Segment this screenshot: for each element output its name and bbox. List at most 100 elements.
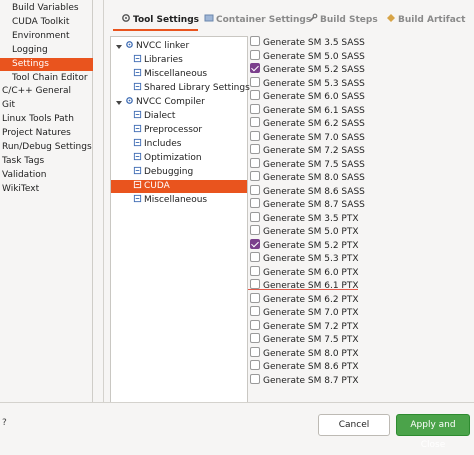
- checkbox-unchecked[interactable]: [250, 211, 260, 222]
- tab-tool-settings[interactable]: Tool Settings: [121, 10, 199, 30]
- tab-build-artifact[interactable]: Build Artifact: [386, 10, 465, 30]
- option-row[interactable]: Generate SM 5.2 SASS: [250, 63, 365, 77]
- option-row[interactable]: Generate SM 7.5 PTX: [250, 333, 359, 347]
- checkbox-unchecked[interactable]: [250, 198, 260, 208]
- checkbox-unchecked[interactable]: [250, 252, 260, 262]
- tree-node-optimization[interactable]: Optimization: [111, 152, 247, 165]
- nav-item-run-debug-settings[interactable]: Run/Debug Settings: [0, 141, 93, 154]
- checkbox-unchecked[interactable]: [250, 103, 260, 114]
- option-row[interactable]: Generate SM 8.6 PTX: [250, 360, 359, 374]
- option-row[interactable]: Generate SM 6.2 SASS: [250, 117, 365, 131]
- option-row[interactable]: Generate SM 8.7 PTX: [250, 373, 359, 388]
- option-row[interactable]: Generate SM 5.3 PTX: [250, 252, 359, 266]
- option-row[interactable]: Generate SM 6.1 SASS: [250, 103, 365, 118]
- option-category-icon: [133, 152, 142, 161]
- nav-item-validation[interactable]: Validation: [0, 169, 93, 182]
- option-row[interactable]: Generate SM 7.5 SASS: [250, 157, 365, 172]
- nav-item-logging[interactable]: Logging: [0, 44, 93, 57]
- checkbox-unchecked[interactable]: [250, 346, 260, 357]
- nav-item-cuda-toolkit[interactable]: CUDA Toolkit: [0, 16, 93, 29]
- nav-item-tool-chain-editor[interactable]: Tool Chain Editor: [0, 72, 93, 85]
- option-row[interactable]: Generate SM 5.0 SASS: [250, 49, 365, 64]
- tree-node-cuda[interactable]: CUDA: [111, 180, 247, 193]
- checkbox-unchecked[interactable]: [250, 333, 260, 343]
- checkbox-unchecked[interactable]: [250, 117, 260, 127]
- checkbox-unchecked[interactable]: [250, 225, 260, 235]
- option-row[interactable]: Generate SM 6.0 SASS: [250, 90, 365, 104]
- cuda-options-list: Generate SM 3.5 SASS Generate SM 5.0 SASS…: [250, 36, 460, 386]
- option-row[interactable]: Generate SM 8.6 SASS: [250, 184, 365, 199]
- apply-and-close-button[interactable]: Apply and Close: [396, 414, 470, 450]
- option-row[interactable]: Generate SM 7.0 PTX: [250, 306, 359, 320]
- tree-node-dialect[interactable]: Dialect: [111, 110, 247, 123]
- checkbox-unchecked[interactable]: [250, 319, 260, 330]
- option-category-icon: [133, 180, 142, 189]
- tree-node-nvcc-linker[interactable]: NVCC linker: [111, 40, 247, 53]
- tree-node-libraries[interactable]: Libraries: [111, 54, 247, 67]
- checkbox-unchecked[interactable]: [250, 373, 260, 384]
- option-label: Generate SM 6.2 SASS: [263, 119, 365, 129]
- option-row[interactable]: Generate SM 7.2 SASS: [250, 144, 365, 158]
- nav-item-wikitext[interactable]: WikiText: [0, 183, 93, 196]
- pane-divider[interactable]: [103, 0, 104, 402]
- nav-item-build-variables[interactable]: Build Variables: [0, 2, 93, 15]
- checkbox-unchecked[interactable]: [250, 265, 260, 276]
- tree-node-label: Includes: [144, 139, 182, 149]
- option-row[interactable]: Generate SM 8.0 SASS: [250, 171, 365, 185]
- option-row[interactable]: Generate SM 5.2 PTX: [250, 238, 359, 253]
- nav-item-environment[interactable]: Environment: [0, 30, 93, 43]
- expand-arrow-icon[interactable]: [116, 101, 122, 105]
- tree-node-nvcc-compiler[interactable]: NVCC Compiler: [111, 96, 247, 109]
- nav-item-project-natures[interactable]: Project Natures: [0, 127, 93, 140]
- checkbox-checked[interactable]: [250, 238, 260, 249]
- checkbox-unchecked[interactable]: [250, 306, 260, 316]
- tree-node-debugging[interactable]: Debugging: [111, 166, 247, 179]
- checkbox-unchecked[interactable]: [250, 171, 260, 181]
- tree-node-includes[interactable]: Includes: [111, 138, 247, 151]
- option-category-icon: [133, 82, 142, 91]
- tool-tree[interactable]: NVCC linker Libraries Miscellaneous Shared …: [110, 36, 250, 408]
- option-row[interactable]: Generate SM 6.0 PTX: [250, 265, 359, 280]
- option-row[interactable]: Generate SM 7.0 SASS: [250, 130, 365, 145]
- option-row[interactable]: Generate SM 7.2 PTX: [250, 319, 359, 334]
- checkbox-unchecked[interactable]: [250, 279, 260, 289]
- nav-item-settings[interactable]: Settings: [0, 57, 93, 71]
- nav-item-git[interactable]: Git: [0, 99, 93, 112]
- nav-item-linux-tools-path[interactable]: Linux Tools Path: [0, 113, 93, 126]
- option-row[interactable]: Generate SM 8.0 PTX: [250, 346, 359, 361]
- checkbox-unchecked[interactable]: [250, 90, 260, 100]
- checkbox-unchecked[interactable]: [250, 130, 260, 141]
- nav-item-task-tags[interactable]: Task Tags: [0, 155, 93, 168]
- tree-node-label: Miscellaneous: [144, 69, 208, 79]
- option-row[interactable]: Generate SM 5.3 SASS: [250, 76, 365, 91]
- tree-node-shared-library-settings[interactable]: Shared Library Settings: [111, 82, 250, 95]
- checkbox-unchecked[interactable]: [250, 36, 260, 46]
- checkbox-unchecked[interactable]: [250, 157, 260, 168]
- tab-build-steps[interactable]: Build Steps: [308, 10, 378, 30]
- tab-container-settings[interactable]: Container Settings: [204, 10, 311, 30]
- help-icon[interactable]: ?: [2, 418, 7, 428]
- nav-item-c-c-general[interactable]: C/C++ General: [0, 85, 93, 98]
- option-row[interactable]: Generate SM 3.5 PTX: [250, 211, 359, 226]
- option-row[interactable]: Generate SM 8.7 SASS: [250, 198, 365, 212]
- checkbox-unchecked[interactable]: [250, 184, 260, 195]
- checkbox-unchecked[interactable]: [250, 144, 260, 154]
- tree-node-miscellaneous[interactable]: Miscellaneous: [111, 194, 247, 207]
- tool-gear-icon: [126, 41, 133, 48]
- checkbox-unchecked[interactable]: [250, 360, 260, 370]
- option-row[interactable]: Generate SM 6.1 PTX: [250, 279, 359, 293]
- option-row[interactable]: Generate SM 6.2 PTX: [250, 292, 359, 307]
- checkbox-unchecked[interactable]: [250, 292, 260, 303]
- checkbox-unchecked[interactable]: [250, 76, 260, 87]
- expand-arrow-icon[interactable]: [116, 45, 122, 49]
- option-label: Generate SM 8.0 SASS: [263, 173, 365, 183]
- tree-node-preprocessor[interactable]: Preprocessor: [111, 124, 247, 137]
- tree-node-miscellaneous[interactable]: Miscellaneous: [111, 68, 247, 81]
- option-row[interactable]: Generate SM 3.5 SASS: [250, 36, 365, 50]
- checkbox-unchecked[interactable]: [250, 49, 260, 60]
- checkbox-checked[interactable]: [250, 63, 260, 73]
- tool-gear-icon: [126, 97, 133, 104]
- tree-node-label: Miscellaneous: [144, 195, 208, 205]
- cancel-button[interactable]: Cancel: [318, 414, 390, 436]
- option-row[interactable]: Generate SM 5.0 PTX: [250, 225, 359, 239]
